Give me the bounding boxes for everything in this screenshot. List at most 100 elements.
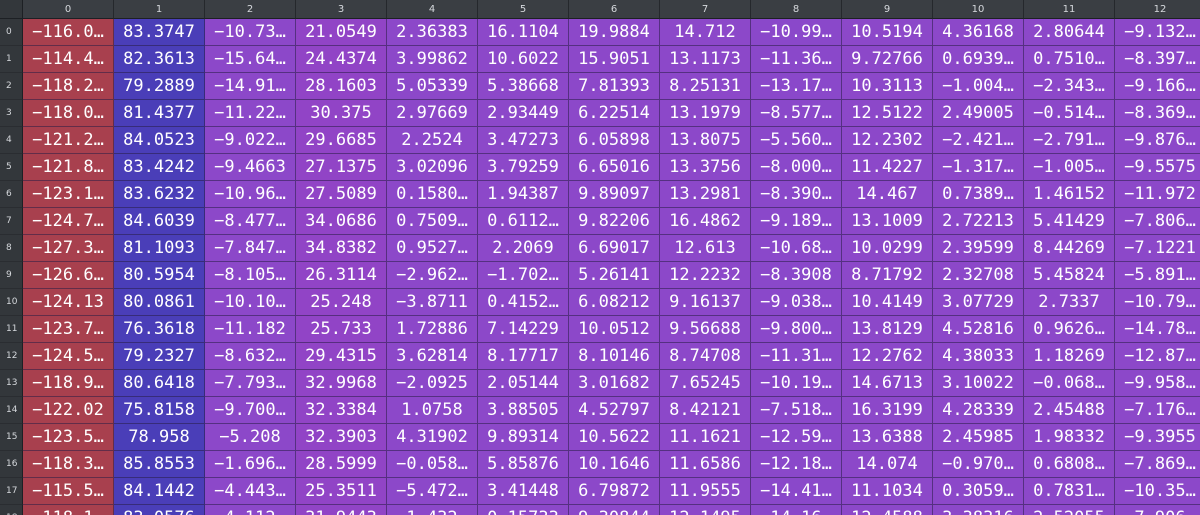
table-cell[interactable]: 16.4862 [660, 208, 751, 235]
table-cell[interactable]: −124.5… [23, 343, 114, 370]
row-header[interactable]: 5 [0, 154, 23, 181]
table-cell[interactable]: 7.65245 [660, 370, 751, 397]
table-cell[interactable]: −9.166… [1115, 73, 1200, 100]
table-cell[interactable]: 10.0299 [842, 235, 933, 262]
table-cell[interactable]: 79.2889 [114, 73, 205, 100]
table-cell[interactable]: −8.369… [1115, 100, 1200, 127]
table-cell[interactable]: 32.3903 [296, 424, 387, 451]
table-cell[interactable]: 1.46152 [1024, 181, 1115, 208]
table-cell[interactable]: −0.514… [1024, 100, 1115, 127]
table-cell[interactable]: 4.31902 [387, 424, 478, 451]
table-cell[interactable]: −118.0… [23, 100, 114, 127]
table-cell[interactable]: 9.56688 [660, 316, 751, 343]
table-cell[interactable]: 1.98332 [1024, 424, 1115, 451]
table-cell[interactable]: −118.1… [23, 505, 114, 515]
table-cell[interactable]: 3.47273 [478, 127, 569, 154]
table-cell[interactable]: 0.4152… [478, 289, 569, 316]
table-cell[interactable]: 14.074 [842, 451, 933, 478]
column-header[interactable]: 6 [569, 0, 660, 19]
table-cell[interactable]: −5.560… [751, 127, 842, 154]
table-cell[interactable]: −13.17… [751, 73, 842, 100]
table-cell[interactable]: 2.45488 [1024, 397, 1115, 424]
column-header[interactable]: 9 [842, 0, 933, 19]
table-cell[interactable]: 32.3384 [296, 397, 387, 424]
table-cell[interactable]: 28.1603 [296, 73, 387, 100]
table-cell[interactable]: 6.22514 [569, 100, 660, 127]
table-cell[interactable]: 12.4588 [842, 505, 933, 515]
column-header[interactable]: 8 [751, 0, 842, 19]
table-cell[interactable]: 4.52797 [569, 397, 660, 424]
row-header[interactable]: 4 [0, 127, 23, 154]
table-cell[interactable]: −2.0925 [387, 370, 478, 397]
table-cell[interactable]: −15.64… [205, 46, 296, 73]
table-cell[interactable]: 10.4149 [842, 289, 933, 316]
table-cell[interactable]: −7.906… [1115, 505, 1200, 515]
table-cell[interactable]: 2.52055 [1024, 505, 1115, 515]
table-cell[interactable]: 6.65016 [569, 154, 660, 181]
table-cell[interactable]: 7.81393 [569, 73, 660, 100]
table-cell[interactable]: 2.36383 [387, 19, 478, 46]
row-header[interactable]: 12 [0, 343, 23, 370]
table-cell[interactable]: 27.1375 [296, 154, 387, 181]
table-cell[interactable]: −10.96… [205, 181, 296, 208]
row-header[interactable]: 2 [0, 73, 23, 100]
table-cell[interactable]: 32.9968 [296, 370, 387, 397]
table-cell[interactable]: −122.02 [23, 397, 114, 424]
table-cell[interactable]: 9.16137 [660, 289, 751, 316]
table-cell[interactable]: 10.0512 [569, 316, 660, 343]
table-cell[interactable]: 9.72766 [842, 46, 933, 73]
table-cell[interactable]: −8.3908 [751, 262, 842, 289]
table-cell[interactable]: −10.68… [751, 235, 842, 262]
table-cell[interactable]: −9.132… [1115, 19, 1200, 46]
table-cell[interactable]: 3.41448 [478, 478, 569, 505]
table-cell[interactable]: −2.421… [933, 127, 1024, 154]
table-cell[interactable]: −10.99… [751, 19, 842, 46]
table-cell[interactable]: 12.2302 [842, 127, 933, 154]
table-cell[interactable]: −127.3… [23, 235, 114, 262]
table-cell[interactable]: 1.94387 [478, 181, 569, 208]
table-cell[interactable]: −14.41… [751, 478, 842, 505]
table-cell[interactable]: 8.25131 [660, 73, 751, 100]
table-cell[interactable]: 83.3747 [114, 19, 205, 46]
table-cell[interactable]: −11.31… [751, 343, 842, 370]
table-cell[interactable]: 3.99862 [387, 46, 478, 73]
table-cell[interactable]: 7.14229 [478, 316, 569, 343]
table-cell[interactable]: 8.44269 [1024, 235, 1115, 262]
table-cell[interactable]: 75.8158 [114, 397, 205, 424]
table-cell[interactable]: 13.1173 [660, 46, 751, 73]
table-cell[interactable]: 82.3613 [114, 46, 205, 73]
table-cell[interactable]: −7.869… [1115, 451, 1200, 478]
table-cell[interactable]: −0.068… [1024, 370, 1115, 397]
table-cell[interactable]: −123.5… [23, 424, 114, 451]
table-cell[interactable]: −1.317… [933, 154, 1024, 181]
row-header[interactable]: 14 [0, 397, 23, 424]
table-cell[interactable]: −7.176… [1115, 397, 1200, 424]
table-cell[interactable]: 85.8553 [114, 451, 205, 478]
column-header[interactable]: 11 [1024, 0, 1115, 19]
table-cell[interactable]: 5.26141 [569, 262, 660, 289]
table-cell[interactable]: 29.6685 [296, 127, 387, 154]
table-cell[interactable]: −7.1221 [1115, 235, 1200, 262]
column-header[interactable]: 5 [478, 0, 569, 19]
table-cell[interactable]: 0.6112… [478, 208, 569, 235]
table-cell[interactable]: −8.105… [205, 262, 296, 289]
row-header[interactable]: 3 [0, 100, 23, 127]
table-cell[interactable]: −4.443… [205, 478, 296, 505]
table-cell[interactable]: 0.7389… [933, 181, 1024, 208]
row-header[interactable]: 18 [0, 505, 23, 515]
table-cell[interactable]: 6.69017 [569, 235, 660, 262]
table-cell[interactable]: 0.1580… [387, 181, 478, 208]
table-cell[interactable]: 16.3199 [842, 397, 933, 424]
table-cell[interactable]: 81.1093 [114, 235, 205, 262]
table-cell[interactable]: −11.182 [205, 316, 296, 343]
table-cell[interactable]: 27.5089 [296, 181, 387, 208]
table-cell[interactable]: 79.2327 [114, 343, 205, 370]
table-cell[interactable]: 13.3756 [660, 154, 751, 181]
corner-cell[interactable] [0, 0, 23, 19]
table-cell[interactable]: 13.8129 [842, 316, 933, 343]
table-cell[interactable]: 21.0549 [296, 19, 387, 46]
table-cell[interactable]: 14.6713 [842, 370, 933, 397]
table-cell[interactable]: 4.36168 [933, 19, 1024, 46]
table-cell[interactable]: 9.30844 [569, 505, 660, 515]
table-cell[interactable]: 13.1979 [660, 100, 751, 127]
